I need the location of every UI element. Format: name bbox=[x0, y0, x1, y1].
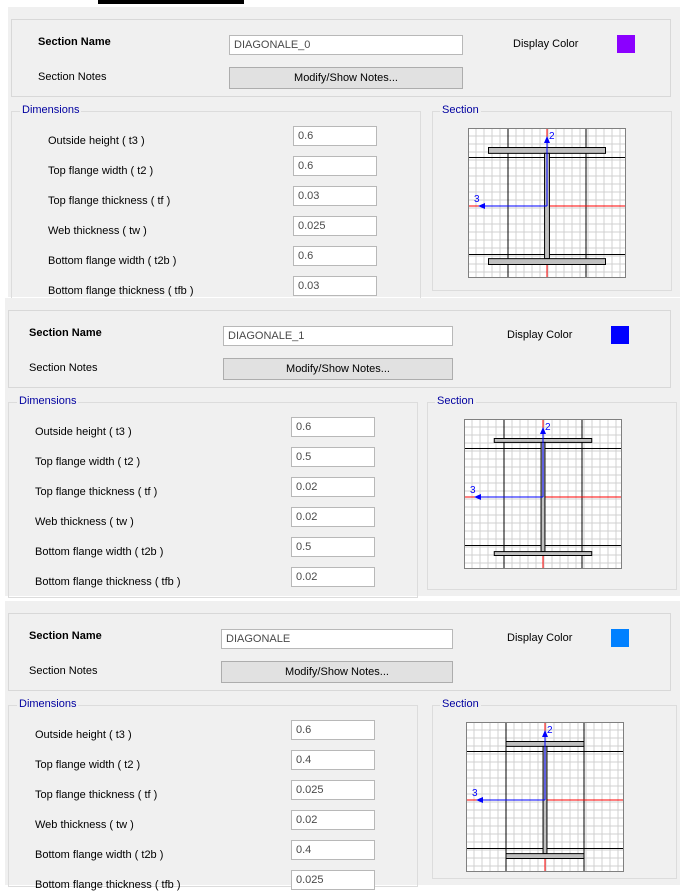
modify-show-notes-button[interactable]: Modify/Show Notes... bbox=[223, 358, 453, 380]
dimension-value-input[interactable]: 0.03 bbox=[293, 186, 377, 206]
axis-3-label: 3 bbox=[472, 788, 478, 799]
dimension-value-input[interactable]: 0.02 bbox=[291, 567, 375, 587]
section-name-label: Section Name bbox=[29, 630, 102, 642]
dimension-value-input[interactable]: 0.025 bbox=[291, 780, 375, 800]
axis-2-label: 2 bbox=[547, 725, 553, 736]
dimension-label: Web thickness ( tw ) bbox=[35, 516, 134, 528]
dimensions-title: Dimensions bbox=[17, 395, 79, 407]
section-name-input[interactable]: DIAGONALE bbox=[221, 629, 453, 649]
section-preview-canvas: 23 bbox=[466, 722, 624, 872]
section-preview-title: Section bbox=[440, 698, 481, 710]
i-section-drawing: 23 bbox=[466, 722, 624, 872]
i-section-drawing: 23 bbox=[468, 128, 626, 278]
axis-2-label: 2 bbox=[545, 422, 551, 433]
dimension-label: Top flange width ( t2 ) bbox=[48, 165, 154, 177]
modify-show-notes-button[interactable]: Modify/Show Notes... bbox=[229, 67, 463, 89]
title-bar-fragment bbox=[98, 0, 244, 4]
dimensions-title: Dimensions bbox=[20, 104, 82, 116]
section-notes-label: Section Notes bbox=[29, 665, 98, 677]
bottom-flange bbox=[488, 258, 606, 265]
dimension-value-input[interactable]: 0.6 bbox=[291, 417, 375, 437]
dimension-label: Top flange width ( t2 ) bbox=[35, 759, 141, 771]
display-color-label: Display Color bbox=[507, 632, 573, 644]
section-name-input[interactable]: DIAGONALE_1 bbox=[223, 326, 453, 346]
section-preview-canvas: 23 bbox=[464, 419, 622, 569]
section-notes-label: Section Notes bbox=[29, 362, 98, 374]
section-name-label: Section Name bbox=[29, 327, 102, 339]
section-preview-canvas: 23 bbox=[468, 128, 626, 278]
display-color-swatch[interactable] bbox=[611, 629, 629, 647]
section-panel-1: Section Name DIAGONALE_0 Display Color Sect… bbox=[8, 7, 680, 299]
dimension-label: Bottom flange width ( t2b ) bbox=[35, 546, 164, 558]
display-color-label: Display Color bbox=[513, 38, 579, 50]
section-preview-title: Section bbox=[440, 104, 481, 116]
dimension-label: Outside height ( t3 ) bbox=[35, 729, 132, 741]
axis-2-label: 2 bbox=[549, 131, 555, 142]
dimension-label: Bottom flange width ( t2b ) bbox=[35, 849, 164, 861]
display-color-swatch[interactable] bbox=[617, 35, 635, 53]
dimension-label: Outside height ( t3 ) bbox=[35, 426, 132, 438]
dimensions-title: Dimensions bbox=[17, 698, 79, 710]
dimension-value-input[interactable]: 0.03 bbox=[293, 276, 377, 296]
dimension-value-input[interactable]: 0.025 bbox=[291, 870, 375, 890]
dimension-value-input[interactable]: 0.02 bbox=[291, 477, 375, 497]
axis-3-label: 3 bbox=[474, 194, 480, 205]
section-name-label: Section Name bbox=[38, 36, 111, 48]
i-section-drawing: 23 bbox=[464, 419, 622, 569]
dimension-value-input[interactable]: 0.6 bbox=[291, 720, 375, 740]
dimension-value-input[interactable]: 0.02 bbox=[291, 507, 375, 527]
dimension-value-input[interactable]: 0.4 bbox=[291, 840, 375, 860]
section-panel-2: Section Name DIAGONALE_1 Display Color Sect… bbox=[5, 298, 680, 598]
bottom-flange bbox=[493, 551, 593, 557]
axis-3-label: 3 bbox=[470, 485, 476, 496]
dimension-value-input[interactable]: 0.025 bbox=[293, 216, 377, 236]
section-notes-label: Section Notes bbox=[38, 71, 107, 83]
dimension-value-input[interactable]: 0.02 bbox=[291, 810, 375, 830]
dimension-label: Outside height ( t3 ) bbox=[48, 135, 145, 147]
modify-show-notes-button[interactable]: Modify/Show Notes... bbox=[221, 661, 453, 683]
dimension-label: Top flange thickness ( tf ) bbox=[48, 195, 171, 207]
bottom-flange bbox=[505, 853, 585, 859]
dimension-label: Top flange thickness ( tf ) bbox=[35, 789, 158, 801]
dimension-label: Web thickness ( tw ) bbox=[48, 225, 147, 237]
dimension-value-input[interactable]: 0.6 bbox=[293, 126, 377, 146]
dimension-label: Bottom flange thickness ( tfb ) bbox=[35, 879, 181, 891]
dimension-label: Top flange width ( t2 ) bbox=[35, 456, 141, 468]
dimension-value-input[interactable]: 0.5 bbox=[291, 537, 375, 557]
section-preview-title: Section bbox=[435, 395, 476, 407]
display-color-label: Display Color bbox=[507, 329, 573, 341]
dimension-label: Bottom flange thickness ( tfb ) bbox=[35, 576, 181, 588]
section-name-input[interactable]: DIAGONALE_0 bbox=[229, 35, 463, 55]
dimension-label: Bottom flange thickness ( tfb ) bbox=[48, 285, 194, 297]
dimension-value-input[interactable]: 0.4 bbox=[291, 750, 375, 770]
dimension-label: Web thickness ( tw ) bbox=[35, 819, 134, 831]
dimension-value-input[interactable]: 0.5 bbox=[291, 447, 375, 467]
dimension-value-input[interactable]: 0.6 bbox=[293, 156, 377, 176]
dimension-label: Top flange thickness ( tf ) bbox=[35, 486, 158, 498]
display-color-swatch[interactable] bbox=[611, 326, 629, 344]
dimension-label: Bottom flange width ( t2b ) bbox=[48, 255, 177, 267]
dimension-value-input[interactable]: 0.6 bbox=[293, 246, 377, 266]
section-panel-3: Section Name DIAGONALE Display Color Sectio… bbox=[5, 601, 680, 891]
